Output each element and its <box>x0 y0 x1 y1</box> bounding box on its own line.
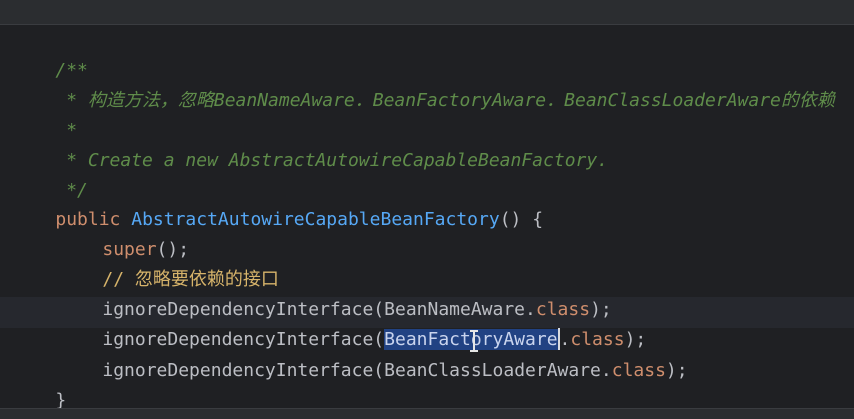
code-line-11: ignoreDependencyInterface(BeanClassLoade… <box>12 329 687 381</box>
call-name: ignoreDependencyInterface <box>102 360 374 381</box>
code-editor[interactable]: /** * 构造方法，忽略BeanNameAware．BeanFactoryAw… <box>0 0 854 419</box>
ibeam-cursor-icon <box>470 330 478 352</box>
code-line-9: ignoreDependencyInterface(BeanNameAware.… <box>12 268 611 320</box>
dot: . <box>600 360 612 381</box>
call-tail: ); <box>665 360 688 381</box>
code-line-7: super(); <box>12 208 189 260</box>
editor-bottom-strip <box>0 408 854 419</box>
constructor-tail: () { <box>499 209 544 230</box>
arg-bean-class-loader-aware-end: oaderAware <box>492 360 601 381</box>
code-line-4: * Create a new AbstractAutowireCapableBe… <box>12 119 608 171</box>
keyword-class: class <box>611 360 666 381</box>
code-line-10: ignoreDependencyInterface(BeanFactoryAwa… <box>12 298 646 350</box>
code-line-5: */ <box>12 149 88 201</box>
doc-comment-english-desc: * Create a new AbstractAutowireCapableBe… <box>55 150 609 171</box>
code-line-6: public AbstractAutowireCapableBeanFactor… <box>12 178 543 230</box>
editor-top-strip <box>0 0 854 25</box>
code-line-8: // 忽略要依赖的接口 <box>12 238 279 290</box>
code-line-1: /** <box>12 29 88 81</box>
paren-open: ( <box>373 360 385 381</box>
arg-bean-class-loader-aware-start: BeanClassL <box>384 360 493 381</box>
code-line-12: } <box>12 359 66 411</box>
code-line-3: * <box>12 89 77 141</box>
code-line-2: * 构造方法，忽略BeanNameAware．BeanFactoryAware．… <box>12 59 835 111</box>
doc-comment-chinese-desc: * 构造方法，忽略BeanNameAware．BeanFactoryAware．… <box>55 90 835 111</box>
